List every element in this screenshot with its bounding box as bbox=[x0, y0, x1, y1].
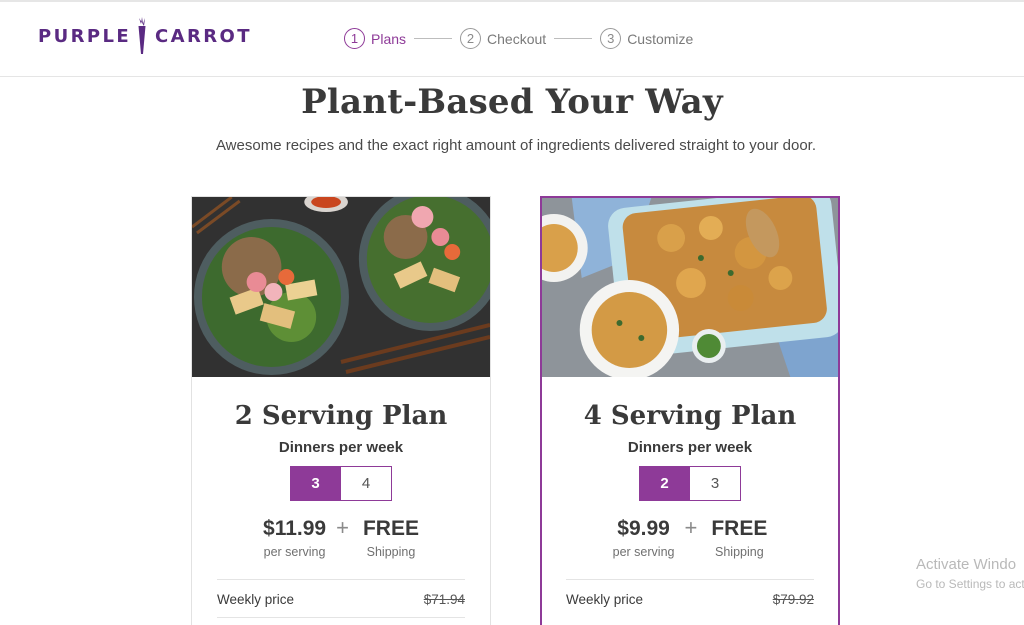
step-number: 3 bbox=[600, 28, 622, 49]
divider bbox=[217, 617, 465, 618]
logo-text-carrot: CARROT bbox=[155, 25, 252, 47]
weekly-price-row: Weekly price $71.94 bbox=[217, 579, 465, 607]
dinners-option-2[interactable]: 2 bbox=[639, 466, 690, 501]
plan-card-4-serving[interactable]: 4 Serving Plan Dinners per week 2 3 $9.9… bbox=[540, 196, 840, 625]
price-value: $11.99 bbox=[263, 517, 327, 540]
shipping-info: FREE Shipping bbox=[363, 517, 419, 559]
step-checkout[interactable]: 2 Checkout bbox=[460, 28, 546, 49]
plus-sign: + bbox=[684, 515, 698, 540]
step-plans[interactable]: 1 Plans bbox=[344, 28, 406, 49]
dinners-option-3[interactable]: 3 bbox=[290, 466, 341, 501]
page-subtitle: Awesome recipes and the exact right amou… bbox=[215, 137, 817, 154]
price-value: $9.99 bbox=[617, 517, 670, 540]
plan-photo-bowls bbox=[192, 197, 490, 377]
shipping-label: Shipping bbox=[366, 545, 416, 559]
price-per-serving: $9.99 per serving bbox=[613, 517, 675, 559]
plan-photo-casserole bbox=[542, 198, 838, 377]
plus-sign: + bbox=[336, 515, 349, 540]
dinners-toggle: 3 4 bbox=[192, 466, 490, 501]
step-label: Customize bbox=[627, 30, 694, 47]
step-connector bbox=[554, 38, 593, 39]
plan-title: 2 Serving Plan bbox=[234, 401, 448, 431]
checkout-steps: 1 Plans 2 Checkout 3 Customize bbox=[344, 28, 693, 49]
step-connector bbox=[414, 38, 453, 39]
carrot-icon bbox=[138, 17, 146, 54]
site-header: PURPLE CARROT 1 Plans 2 Checkout 3 Custo… bbox=[0, 2, 1024, 77]
step-label: Checkout bbox=[487, 30, 547, 47]
purple-carrot-logo[interactable]: PURPLE CARROT bbox=[38, 16, 252, 56]
plan-title: 4 Serving Plan bbox=[583, 401, 797, 431]
dinners-option-3[interactable]: 3 bbox=[690, 466, 741, 501]
watermark-line-2: Go to Settings to act bbox=[916, 577, 1024, 591]
step-number: 2 bbox=[460, 28, 482, 49]
step-number: 1 bbox=[344, 28, 365, 49]
page-title: Plant-Based Your Way bbox=[301, 82, 723, 122]
watermark-line-1: Activate Windo bbox=[916, 556, 1017, 573]
dinners-per-week-label: Dinners per week bbox=[278, 439, 404, 456]
pricing-row: $11.99 per serving + FREE Shipping bbox=[192, 515, 490, 560]
dinners-per-week-label: Dinners per week bbox=[627, 439, 753, 456]
dinners-option-4[interactable]: 4 bbox=[341, 466, 392, 501]
weekly-price-original: $79.92 bbox=[772, 592, 814, 607]
weekly-price-label: Weekly price bbox=[566, 592, 644, 607]
shipping-value: FREE bbox=[362, 517, 419, 540]
weekly-price-label: Weekly price bbox=[217, 592, 295, 607]
weekly-price-original: $71.94 bbox=[423, 592, 465, 607]
price-per-serving: $11.99 per serving bbox=[263, 517, 326, 559]
logo-text-purple: PURPLE bbox=[38, 25, 132, 47]
weekly-price-row: Weekly price $79.92 bbox=[566, 579, 814, 607]
windows-activation-watermark: Activate Windo Go to Settings to act bbox=[916, 556, 1024, 591]
shipping-info: FREE Shipping bbox=[711, 517, 767, 559]
price-unit: per serving bbox=[263, 545, 326, 559]
shipping-value: FREE bbox=[711, 517, 768, 540]
price-unit: per serving bbox=[612, 545, 675, 559]
shipping-label: Shipping bbox=[715, 545, 764, 559]
dinners-toggle: 2 3 bbox=[542, 466, 838, 501]
step-customize[interactable]: 3 Customize bbox=[600, 28, 693, 49]
pricing-row: $9.99 per serving + FREE Shipping bbox=[542, 515, 838, 560]
plan-card-2-serving[interactable]: 2 Serving Plan Dinners per week 3 4 $11.… bbox=[191, 196, 491, 625]
step-label: Plans bbox=[371, 30, 407, 47]
